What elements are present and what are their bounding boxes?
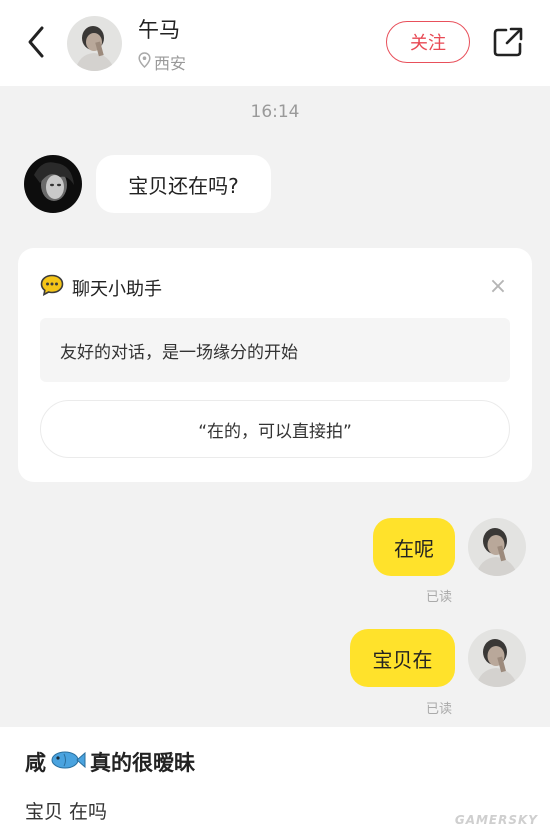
message-timestamp: 16:14 [250,102,300,122]
location-pin-icon [138,52,151,72]
caption-title-post: 真的很暧昧 [90,751,195,775]
watermark: GAMERSKY [454,813,538,827]
chat-header: 午马 西安 关注 [0,0,550,86]
caption-text: 宝贝 在吗 [25,801,108,823]
self-avatar[interactable] [468,518,526,576]
assistant-title-text: 聊天小助手 [72,278,162,300]
fish-emoji-icon [50,749,86,776]
post-caption: 咸 真的很暧昧 宝贝 在吗 GAMERSKY [0,727,550,833]
follow-button[interactable]: 关注 [386,21,470,63]
incoming-message-bubble[interactable]: 宝贝还在吗? [96,155,271,213]
close-icon[interactable]: × [486,274,510,299]
self-avatar[interactable] [468,629,526,687]
assistant-message: 友好的对话，是一场缘分的开始 [40,318,510,382]
outgoing-message-bubble[interactable]: 宝贝在 [350,629,455,687]
location-text: 西安 [154,54,187,73]
contact-location: 西安 [138,50,186,74]
assistant-title: 聊天小助手 [40,274,162,301]
chat-assistant-card: 聊天小助手 × 友好的对话，是一场缘分的开始 “在的，可以直接拍” [18,248,532,482]
caption-title: 咸 真的很暧昧 [25,747,195,777]
contact-avatar[interactable] [67,16,122,71]
sender-avatar[interactable] [24,155,82,213]
caption-title-pre: 咸 [25,751,46,775]
suggested-reply-button[interactable]: “在的，可以直接拍” [40,400,510,458]
back-arrow-icon[interactable] [22,22,52,62]
read-receipt: 已读 [426,702,453,717]
outgoing-message-bubble[interactable]: 在呢 [373,518,455,576]
share-icon[interactable] [490,24,526,60]
contact-name: 午马 [138,18,180,42]
read-receipt: 已读 [426,590,453,605]
chat-bubble-icon [40,274,64,301]
